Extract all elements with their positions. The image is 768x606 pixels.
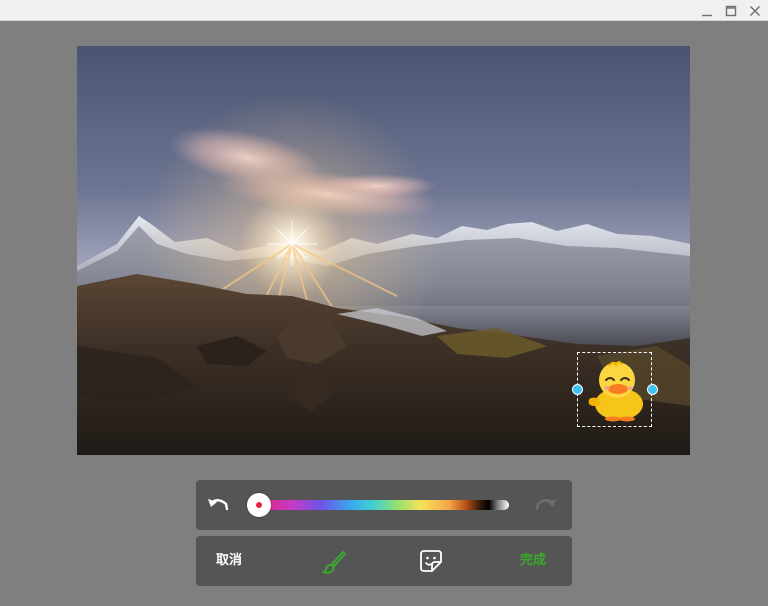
sticker-tool-button[interactable] xyxy=(417,548,445,574)
redo-icon xyxy=(535,499,556,511)
minimize-icon xyxy=(702,14,712,16)
sticker-resize-handle-left[interactable] xyxy=(572,384,583,395)
minimize-button[interactable] xyxy=(696,0,718,21)
cancel-button[interactable]: 取消 xyxy=(210,550,248,572)
sticker-resize-handle-right[interactable] xyxy=(647,384,658,395)
color-slider-knob[interactable] xyxy=(247,493,271,517)
redo-button[interactable] xyxy=(532,492,560,518)
undo-button[interactable] xyxy=(204,492,232,518)
maximize-icon xyxy=(725,5,737,16)
action-bar: 取消 完成 xyxy=(196,536,572,586)
duck-sticker-icon[interactable] xyxy=(583,358,647,422)
close-icon xyxy=(750,5,760,16)
brush-icon xyxy=(322,551,346,574)
done-button[interactable]: 完成 xyxy=(514,550,552,572)
undo-icon xyxy=(208,499,229,511)
brush-tool-button[interactable] xyxy=(320,548,348,576)
close-window-button[interactable] xyxy=(744,0,766,21)
selected-color-dot xyxy=(256,502,262,508)
maximize-button[interactable] xyxy=(720,0,742,21)
color-spectrum-slider[interactable] xyxy=(258,500,509,510)
title-bar xyxy=(0,0,768,21)
sticker-icon xyxy=(420,550,442,572)
color-picker-bar xyxy=(196,480,572,530)
sticker-selection-box[interactable] xyxy=(572,352,658,427)
